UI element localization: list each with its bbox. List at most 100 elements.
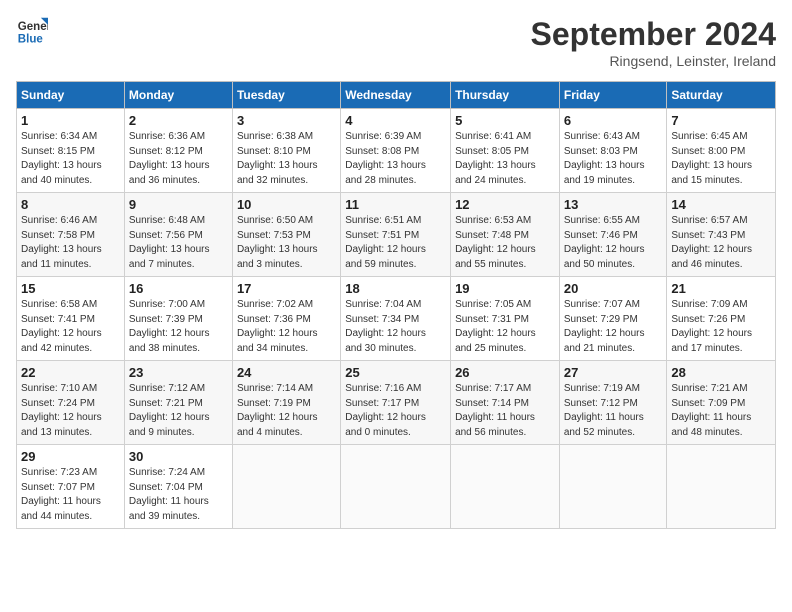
- day-number: 4: [345, 113, 446, 128]
- calendar-cell: 9 Sunrise: 6:48 AMSunset: 7:56 PMDaylight…: [124, 193, 232, 277]
- col-header-sunday: Sunday: [17, 82, 125, 109]
- day-detail: Sunrise: 6:48 AMSunset: 7:56 PMDaylight:…: [129, 214, 228, 272]
- day-number: 25: [345, 365, 446, 380]
- day-number: 26: [455, 365, 555, 380]
- calendar-cell: 10 Sunrise: 6:50 AMSunset: 7:53 PMDayligh…: [232, 193, 340, 277]
- day-detail: Sunrise: 7:04 AMSunset: 7:34 PMDaylight:…: [345, 298, 446, 356]
- calendar-table: SundayMondayTuesdayWednesdayThursdayFrid…: [16, 81, 776, 529]
- day-detail: Sunrise: 6:34 AMSunset: 8:15 PMDaylight:…: [21, 130, 120, 188]
- day-number: 19: [455, 281, 555, 296]
- day-detail: Sunrise: 6:58 AMSunset: 7:41 PMDaylight:…: [21, 298, 120, 356]
- day-detail: Sunrise: 6:41 AMSunset: 8:05 PMDaylight:…: [455, 130, 555, 188]
- day-detail: Sunrise: 7:12 AMSunset: 7:21 PMDaylight:…: [129, 382, 228, 440]
- logo-icon: General Blue: [16, 16, 48, 48]
- calendar-cell: 20 Sunrise: 7:07 AMSunset: 7:29 PMDayligh…: [559, 277, 667, 361]
- day-detail: Sunrise: 7:10 AMSunset: 7:24 PMDaylight:…: [21, 382, 120, 440]
- svg-text:Blue: Blue: [18, 34, 44, 46]
- calendar-week-3: 15 Sunrise: 6:58 AMSunset: 7:41 PMDayligh…: [17, 277, 776, 361]
- calendar-cell: 6Sunrise: 6:43 AMSunset: 8:03 PMDaylight…: [559, 109, 667, 193]
- day-detail: Sunrise: 7:19 AMSunset: 7:12 PMDaylight:…: [564, 382, 663, 440]
- day-detail: Sunrise: 6:57 AMSunset: 7:43 PMDaylight:…: [671, 214, 771, 272]
- day-number: 1: [21, 113, 120, 128]
- calendar-cell: 13 Sunrise: 6:55 AMSunset: 7:46 PMDayligh…: [559, 193, 667, 277]
- day-number: 10: [237, 197, 336, 212]
- calendar-cell: 30Sunrise: 7:24 AMSunset: 7:04 PMDayligh…: [124, 445, 232, 529]
- calendar-cell: 11Sunrise: 6:51 AMSunset: 7:51 PMDayligh…: [341, 193, 451, 277]
- calendar-cell: [667, 445, 776, 529]
- day-number: 5: [455, 113, 555, 128]
- day-detail: Sunrise: 6:46 AMSunset: 7:58 PMDaylight:…: [21, 214, 120, 272]
- day-detail: Sunrise: 6:55 AMSunset: 7:46 PMDaylight:…: [564, 214, 663, 272]
- calendar-cell: 1 Sunrise: 6:34 AMSunset: 8:15 PMDaylight…: [17, 109, 125, 193]
- day-detail: Sunrise: 6:50 AMSunset: 7:53 PMDaylight:…: [237, 214, 336, 272]
- calendar-cell: 29Sunrise: 7:23 AMSunset: 7:07 PMDayligh…: [17, 445, 125, 529]
- col-header-monday: Monday: [124, 82, 232, 109]
- month-title: September 2024: [531, 16, 776, 53]
- calendar-header-row: SundayMondayTuesdayWednesdayThursdayFrid…: [17, 82, 776, 109]
- day-number: 24: [237, 365, 336, 380]
- calendar-cell: 27 Sunrise: 7:19 AMSunset: 7:12 PMDayligh…: [559, 361, 667, 445]
- col-header-thursday: Thursday: [451, 82, 560, 109]
- day-number: 27: [564, 365, 663, 380]
- day-number: 14: [671, 197, 771, 212]
- title-block: September 2024 Ringsend, Leinster, Irela…: [531, 16, 776, 69]
- calendar-cell: 26 Sunrise: 7:17 AMSunset: 7:14 PMDayligh…: [451, 361, 560, 445]
- calendar-cell: 18 Sunrise: 7:04 AMSunset: 7:34 PMDayligh…: [341, 277, 451, 361]
- calendar-cell: 28Sunrise: 7:21 AMSunset: 7:09 PMDayligh…: [667, 361, 776, 445]
- calendar-cell: 19Sunrise: 7:05 AMSunset: 7:31 PMDayligh…: [451, 277, 560, 361]
- col-header-friday: Friday: [559, 82, 667, 109]
- day-detail: Sunrise: 7:17 AMSunset: 7:14 PMDaylight:…: [455, 382, 555, 440]
- day-number: 22: [21, 365, 120, 380]
- day-number: 2: [129, 113, 228, 128]
- day-number: 15: [21, 281, 120, 296]
- day-number: 18: [345, 281, 446, 296]
- day-detail: Sunrise: 6:38 AMSunset: 8:10 PMDaylight:…: [237, 130, 336, 188]
- page-header: General Blue September 2024 Ringsend, Le…: [16, 16, 776, 69]
- calendar-cell: [341, 445, 451, 529]
- logo: General Blue: [16, 16, 48, 48]
- day-detail: Sunrise: 7:02 AMSunset: 7:36 PMDaylight:…: [237, 298, 336, 356]
- calendar-cell: 25 Sunrise: 7:16 AMSunset: 7:17 PMDayligh…: [341, 361, 451, 445]
- day-number: 3: [237, 113, 336, 128]
- calendar-body: 1 Sunrise: 6:34 AMSunset: 8:15 PMDaylight…: [17, 109, 776, 529]
- day-detail: Sunrise: 7:16 AMSunset: 7:17 PMDaylight:…: [345, 382, 446, 440]
- calendar-cell: 23 Sunrise: 7:12 AMSunset: 7:21 PMDayligh…: [124, 361, 232, 445]
- calendar-cell: [232, 445, 340, 529]
- day-detail: Sunrise: 7:09 AMSunset: 7:26 PMDaylight:…: [671, 298, 771, 356]
- day-number: 17: [237, 281, 336, 296]
- day-detail: Sunrise: 6:39 AMSunset: 8:08 PMDaylight:…: [345, 130, 446, 188]
- col-header-saturday: Saturday: [667, 82, 776, 109]
- day-detail: Sunrise: 6:53 AMSunset: 7:48 PMDaylight:…: [455, 214, 555, 272]
- day-number: 7: [671, 113, 771, 128]
- day-number: 11: [345, 197, 446, 212]
- calendar-cell: 24Sunrise: 7:14 AMSunset: 7:19 PMDayligh…: [232, 361, 340, 445]
- col-header-wednesday: Wednesday: [341, 82, 451, 109]
- day-number: 23: [129, 365, 228, 380]
- calendar-week-1: 1 Sunrise: 6:34 AMSunset: 8:15 PMDaylight…: [17, 109, 776, 193]
- day-number: 13: [564, 197, 663, 212]
- day-detail: Sunrise: 7:07 AMSunset: 7:29 PMDaylight:…: [564, 298, 663, 356]
- calendar-cell: 5 Sunrise: 6:41 AMSunset: 8:05 PMDaylight…: [451, 109, 560, 193]
- calendar-week-4: 22 Sunrise: 7:10 AMSunset: 7:24 PMDayligh…: [17, 361, 776, 445]
- calendar-cell: 8Sunrise: 6:46 AMSunset: 7:58 PMDaylight…: [17, 193, 125, 277]
- calendar-cell: [451, 445, 560, 529]
- calendar-week-2: 8Sunrise: 6:46 AMSunset: 7:58 PMDaylight…: [17, 193, 776, 277]
- day-number: 21: [671, 281, 771, 296]
- day-number: 9: [129, 197, 228, 212]
- calendar-cell: 15 Sunrise: 6:58 AMSunset: 7:41 PMDayligh…: [17, 277, 125, 361]
- calendar-cell: 21 Sunrise: 7:09 AMSunset: 7:26 PMDayligh…: [667, 277, 776, 361]
- col-header-tuesday: Tuesday: [232, 82, 340, 109]
- day-detail: Sunrise: 7:24 AMSunset: 7:04 PMDaylight:…: [129, 466, 228, 524]
- calendar-cell: 16Sunrise: 7:00 AMSunset: 7:39 PMDayligh…: [124, 277, 232, 361]
- day-number: 20: [564, 281, 663, 296]
- svg-text:General: General: [18, 21, 48, 33]
- location-subtitle: Ringsend, Leinster, Ireland: [531, 53, 776, 69]
- day-detail: Sunrise: 7:00 AMSunset: 7:39 PMDaylight:…: [129, 298, 228, 356]
- calendar-cell: [559, 445, 667, 529]
- calendar-cell: 12 Sunrise: 6:53 AMSunset: 7:48 PMDayligh…: [451, 193, 560, 277]
- day-number: 12: [455, 197, 555, 212]
- day-detail: Sunrise: 7:23 AMSunset: 7:07 PMDaylight:…: [21, 466, 120, 524]
- day-number: 6: [564, 113, 663, 128]
- calendar-cell: 14 Sunrise: 6:57 AMSunset: 7:43 PMDayligh…: [667, 193, 776, 277]
- calendar-cell: 2Sunrise: 6:36 AMSunset: 8:12 PMDaylight…: [124, 109, 232, 193]
